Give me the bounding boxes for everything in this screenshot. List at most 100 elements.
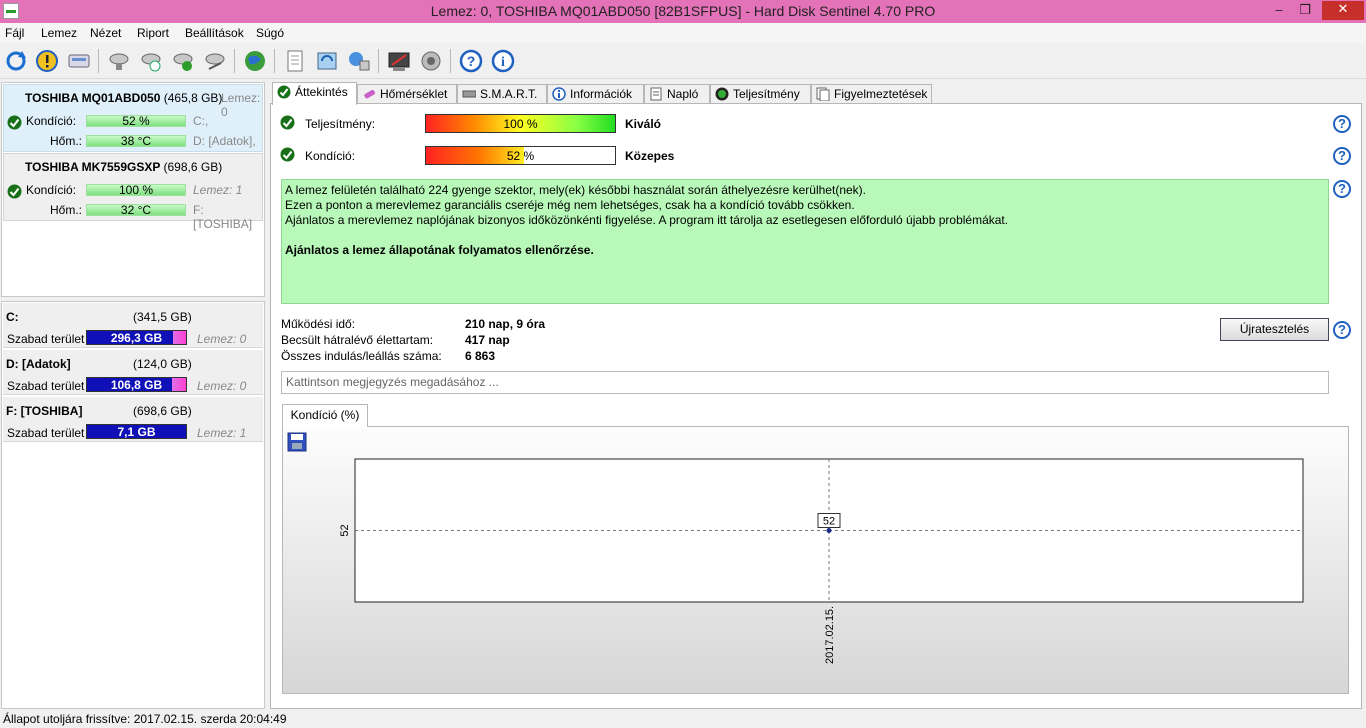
disk-partitions: C:, — [193, 114, 209, 128]
close-button[interactable]: ✕ — [1322, 1, 1364, 20]
partition-disk: Lemez: 1 — [197, 426, 247, 440]
note-input[interactable]: Kattintson megjegyzés megadásához ... — [281, 371, 1329, 394]
disk-tools-icon[interactable] — [202, 48, 228, 74]
disk-icon[interactable] — [66, 48, 92, 74]
sound-icon[interactable] — [418, 48, 444, 74]
retest-button[interactable]: Újratesztelés — [1220, 318, 1329, 341]
refresh-icon[interactable] — [3, 48, 29, 74]
disk-check-icon[interactable] — [170, 48, 196, 74]
tab-smart[interactable]: S.M.A.R.T. — [457, 84, 547, 104]
menu-help[interactable]: Súgó — [256, 26, 284, 40]
partition-size: (124,0 GB) — [133, 357, 192, 371]
menu-file[interactable]: Fájl — [5, 26, 24, 40]
minimize-button[interactable]: – — [1266, 2, 1292, 20]
tab-alerts[interactable]: Figyelmeztetések — [811, 84, 932, 104]
disk-options-icon[interactable] — [138, 48, 164, 74]
condition-bar: 52 % — [425, 146, 616, 165]
remaining-life-label: Becsült hátralévő élettartam: — [281, 333, 434, 347]
menu-settings[interactable]: Beállítások — [185, 26, 244, 40]
status-message: A lemez felületén található 224 gyenge s… — [281, 179, 1329, 304]
partition-disk: Lemez: 0 — [197, 379, 247, 393]
temperature-label: Hőm.: — [49, 134, 82, 148]
report-icon[interactable] — [386, 48, 412, 74]
tab-temperature[interactable]: Hőmérséklet — [357, 84, 457, 104]
tab-overview[interactable]: Áttekintés — [272, 82, 357, 105]
app-window: Lemez: 0, TOSHIBA MQ01ABD050 [82B1SFPUS]… — [0, 0, 1366, 728]
chart-panel: 52 2017.02.15. 52 — [282, 426, 1349, 694]
tab-information[interactable]: Információk — [547, 84, 644, 104]
free-space-bar: 7,1 GB — [86, 424, 187, 439]
condition-bar: 100 % — [86, 184, 186, 196]
menu-disk[interactable]: Lemez — [41, 26, 77, 40]
disk-item-0[interactable]: TOSHIBA MQ01ABD050 (465,8 GB) Lemez: 0 K… — [3, 84, 263, 152]
document-icon — [650, 87, 662, 101]
partition-item[interactable]: F: [TOSHIBA] (698,6 GB) Szabad terület 7… — [3, 397, 263, 442]
start-stop-label: Összes indulás/leállás száma: — [281, 349, 442, 363]
message-line: A lemez felületén található 224 gyenge s… — [285, 183, 866, 197]
disk-name: TOSHIBA MK7559GSXP (698,6 GB) — [25, 160, 223, 174]
disk-partitions: F: [TOSHIBA] — [193, 203, 253, 231]
thermometer-icon — [364, 90, 375, 99]
tab-condition-chart[interactable]: Kondíció (%) — [282, 404, 368, 427]
globe-icon[interactable] — [242, 48, 268, 74]
performance-label: Teljesítmény: — [305, 117, 376, 131]
window-title: Lemez: 0, TOSHIBA MQ01ABD050 [82B1SFPUS]… — [430, 3, 936, 19]
condition-label: Kondíció: — [305, 149, 356, 163]
partition-item[interactable]: D: [Adatok] (124,0 GB) Szabad terület 10… — [3, 350, 263, 395]
tab-performance[interactable]: Teljesítmény — [710, 84, 811, 104]
info-icon[interactable]: i — [490, 48, 516, 74]
network-icon[interactable] — [346, 48, 372, 74]
partition-name: D: [Adatok] — [6, 357, 71, 371]
temperature-label: Hőm.: — [49, 203, 82, 217]
menu-view[interactable]: Nézet — [90, 26, 121, 40]
partition-item[interactable]: C: (341,5 GB) Szabad terület 296,3 GB Le… — [3, 303, 263, 348]
svg-text:?: ? — [467, 53, 476, 69]
maximize-button[interactable]: ❐ — [1292, 2, 1318, 20]
toolbar-separator — [378, 49, 379, 73]
free-space-label: Szabad terület — [7, 379, 85, 393]
overview-content: Teljesítmény: 100 % Kiváló ? Kondíció: 5… — [270, 103, 1362, 709]
tab-log[interactable]: Napló — [644, 84, 710, 104]
help-icon[interactable]: ? — [1333, 180, 1351, 198]
temperature-bar: 32 °C — [86, 204, 186, 216]
condition-label: Kondíció: — [26, 183, 77, 197]
help-icon[interactable]: ? — [1333, 147, 1351, 165]
gauge-icon — [715, 87, 729, 101]
main-panel: Áttekintés Hőmérséklet S.M.A.R.T. Inform… — [270, 82, 1362, 709]
help-icon[interactable]: ? — [1333, 321, 1351, 339]
partition-disk: Lemez: 0 — [197, 332, 247, 346]
menu-report[interactable]: Riport — [137, 26, 169, 40]
partition-size: (341,5 GB) — [133, 310, 192, 324]
condition-label: Kondíció: — [26, 114, 77, 128]
help-icon[interactable]: ? — [458, 48, 484, 74]
sync-icon[interactable] — [314, 48, 340, 74]
disk-partitions-2: D: [Adatok], — [193, 134, 256, 148]
alerts-icon — [816, 87, 830, 101]
y-tick-label: 52 — [339, 524, 351, 536]
condition-chart: 52 2017.02.15. 52 — [339, 458, 1304, 664]
disk-item-1[interactable]: TOSHIBA MK7559GSXP (698,6 GB) Kondíció: … — [3, 153, 263, 231]
check-icon — [277, 85, 291, 99]
status-bar: Állapot utoljára frissítve: 2017.02.15. … — [0, 710, 1366, 728]
title-bar: Lemez: 0, TOSHIBA MQ01ABD050 [82B1SFPUS]… — [0, 0, 1366, 23]
info-icon — [552, 87, 566, 101]
disk-index: Lemez: 1 — [193, 183, 243, 197]
free-space-bar: 296,3 GB — [86, 330, 187, 345]
data-label: 52 — [823, 516, 835, 528]
document-icon[interactable] — [282, 48, 308, 74]
remaining-life-value: 417 nap — [465, 333, 510, 347]
partition-size: (698,6 GB) — [133, 404, 192, 418]
disk-detect-icon[interactable] — [106, 48, 132, 74]
partition-name: C: — [6, 310, 19, 324]
disk-list: TOSHIBA MQ01ABD050 (465,8 GB) Lemez: 0 K… — [1, 82, 265, 297]
help-icon[interactable]: ? — [1333, 115, 1351, 133]
status-ok-icon — [7, 115, 22, 130]
uptime-value: 210 nap, 9 óra — [465, 317, 546, 331]
performance-rating: Kiváló — [625, 117, 662, 131]
disk-icon — [462, 90, 476, 98]
start-stop-value: 6 863 — [465, 349, 496, 363]
toolbar-separator — [98, 49, 99, 73]
free-space-label: Szabad terület — [7, 426, 85, 440]
partition-name: F: [TOSHIBA] — [6, 404, 83, 418]
alert-icon[interactable] — [34, 48, 60, 74]
